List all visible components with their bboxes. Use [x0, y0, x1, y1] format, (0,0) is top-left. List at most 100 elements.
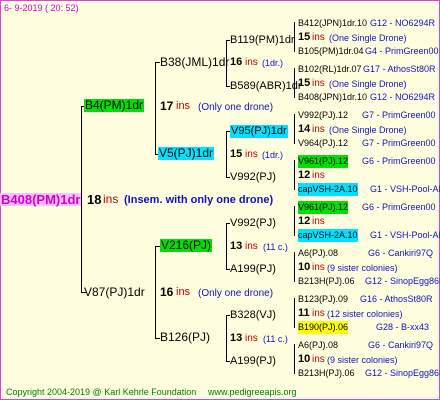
gen4-0-left[interactable]: B412(JPN)1dr.10: [298, 17, 367, 30]
gen4-12-right: G16 - AthosSt80R: [360, 294, 433, 304]
gen4-2-left[interactable]: B102(RL)1dr.07: [298, 63, 362, 76]
gen3-b589-note: (One Single Drone): [329, 79, 407, 89]
gen4-7-left[interactable]: capVSH-2A.10: [298, 183, 358, 196]
gen1-v87-note: (Only one drone): [198, 288, 274, 299]
gen3-b589-name[interactable]: B589(ABR)1dr: [230, 80, 302, 93]
bracket-b4: [155, 62, 156, 154]
gen3-v95-ins: ins: [312, 124, 325, 135]
gen3-v992a-ins: ins: [312, 170, 325, 181]
bracket-b328: [294, 298, 295, 328]
gen2-v5-ins: ins: [245, 149, 258, 160]
root-num: 18: [87, 192, 102, 207]
root-ins: ins: [103, 192, 119, 206]
gen2-v5-name[interactable]: V5(PJ)1dr: [158, 147, 215, 160]
root-name[interactable]: B408(PM)1dr: [0, 193, 82, 206]
gen2-v216-ins: ins: [245, 241, 258, 252]
bracket-v87: [155, 246, 156, 338]
gen2-v216-name[interactable]: V216(PJ): [160, 239, 213, 252]
gen1-v87-name[interactable]: V87(PJ)1dr: [84, 286, 145, 299]
gen4-6-left[interactable]: V961(PJ).12: [298, 155, 349, 168]
gen3-b328-name[interactable]: B328(VJ): [230, 309, 276, 322]
gen4-3-left[interactable]: B408(JPN)1dr.10: [298, 91, 367, 104]
gen1-v87-ins: ins: [176, 286, 191, 298]
gen4-14-right: G6 - Cankiri97Q: [368, 340, 434, 350]
gen2-v5-note: (1dr.): [262, 150, 284, 160]
gen2-b38-num: 16: [230, 56, 243, 68]
gen3-v95-name[interactable]: V95(PJ)1dr: [230, 125, 288, 138]
gen3-a199a-name[interactable]: A199(PJ): [230, 263, 276, 276]
gen3-b328-note: (12 sister colonies): [327, 309, 403, 319]
gen4-4-left[interactable]: V992(PJ).12: [298, 109, 348, 122]
gen4-8-left[interactable]: V961(PJ).12: [298, 201, 349, 214]
gen4-12-left[interactable]: B123(PJ).09: [298, 293, 348, 306]
gen4-1-right: G4 - PrimGreen00: [365, 46, 439, 56]
bracket-v992b: [294, 206, 295, 236]
gen3-a199b-num: 10: [298, 353, 311, 365]
gen2-b126-note: (11 c.): [263, 334, 288, 344]
gen2-v5-num: 15: [230, 148, 243, 160]
footer-url[interactable]: www.pedigreeapis.org: [208, 386, 297, 399]
gen2-v216-note: (11 c.): [263, 242, 288, 252]
gen1-b4-note: (Only one drone): [198, 102, 274, 113]
gen4-13-right: G28 - B-xx43: [376, 322, 430, 332]
gen1-v87-num: 16: [160, 285, 174, 299]
gen4-14-left[interactable]: A6(PJ).08: [298, 339, 338, 352]
gen2-b38-note: (1dr.): [262, 58, 284, 68]
bracket-v5: [226, 131, 227, 177]
gen4-11-left[interactable]: B213H(PJ).06: [298, 275, 355, 288]
gen3-v992b-num: 12: [298, 215, 311, 227]
bracket-v992a: [294, 160, 295, 190]
gen3-b119-name[interactable]: B119(PM)1dr: [230, 34, 295, 47]
gen4-9-left[interactable]: capVSH-2A.10: [298, 229, 358, 242]
gen3-a199a-note: (9 sister colonies): [327, 263, 398, 273]
gen4-15-right: G12 - SinopEgg86R: [365, 368, 440, 378]
gen3-b328-ins: ins: [312, 308, 325, 319]
gen3-b119-num: 15: [298, 31, 311, 43]
root-bracket: [81, 106, 82, 292]
gen2-b126-num: 13: [230, 332, 243, 344]
bracket-v216: [226, 223, 227, 269]
gen4-5-right: G7 - PrimGreen00: [362, 138, 436, 148]
gen3-b119-note: (One Single Drone): [329, 33, 407, 43]
gen3-a199b-name[interactable]: A199(PJ): [230, 355, 276, 368]
gen3-v95-note: (One Single Drone): [329, 125, 407, 135]
gen1-b4-name[interactable]: B4(PM)1dr: [84, 99, 145, 112]
bracket-b119: [294, 22, 295, 52]
gen4-15-left[interactable]: B213H(PJ).06: [298, 367, 355, 380]
bracket-v95: [294, 114, 295, 144]
gen3-a199b-ins: ins: [312, 354, 325, 365]
gen2-b38-name[interactable]: B38(JML)1dr: [160, 56, 229, 69]
gen4-2-right: G17 - AthosSt80R: [363, 64, 436, 74]
gen3-v992a-num: 12: [298, 169, 311, 181]
gen4-7-right: G1 - VSH-Pool-AR: [370, 184, 440, 194]
gen4-10-left[interactable]: A6(PJ).08: [298, 247, 338, 260]
gen4-10-right: G6 - Cankiri97Q: [368, 248, 434, 258]
gen4-1-left[interactable]: B105(PM)1dr.04: [298, 45, 364, 58]
gen3-a199a-num: 10: [298, 261, 311, 273]
bracket-b589: [294, 68, 295, 98]
gen3-v95-num: 14: [298, 123, 311, 135]
gen4-9-right: G1 - VSH-Pool-AR: [370, 230, 440, 240]
gen4-13-left[interactable]: B190(PJ).06: [298, 321, 349, 334]
gen3-b589-num: 15: [298, 77, 311, 89]
gen2-b126-ins: ins: [245, 333, 258, 344]
gen3-v992b-ins: ins: [312, 216, 325, 227]
gen4-3-right: G12 - NO6294R: [370, 92, 436, 102]
gen1-b4-ins: ins: [176, 100, 191, 112]
gen3-a199a-ins: ins: [312, 262, 325, 273]
bracket-b38: [226, 40, 227, 86]
gen4-8-right: G6 - PrimGreen00: [362, 202, 436, 212]
gen3-a199b-note: (9 sister colonies): [327, 355, 398, 365]
gen4-0-right: G12 - NO6294R: [370, 18, 436, 28]
gen3-v992a-name[interactable]: V992(PJ): [230, 171, 276, 184]
header-date: 6- 9-2019 ( 20: 52): [4, 3, 79, 13]
gen3-b328-num: 11: [298, 307, 310, 319]
root-note: (Insem. with only one drone): [124, 194, 274, 206]
gen4-6-right: G6 - PrimGreen00: [362, 156, 436, 166]
gen1-b4-num: 17: [160, 99, 174, 113]
gen2-v216-num: 13: [230, 240, 243, 252]
gen3-v992b-name[interactable]: V992(PJ): [230, 217, 276, 230]
gen2-b126-name[interactable]: B126(PJ): [160, 331, 210, 344]
gen4-5-left[interactable]: V964(PJ).12: [298, 137, 348, 150]
bracket-b126: [226, 315, 227, 361]
